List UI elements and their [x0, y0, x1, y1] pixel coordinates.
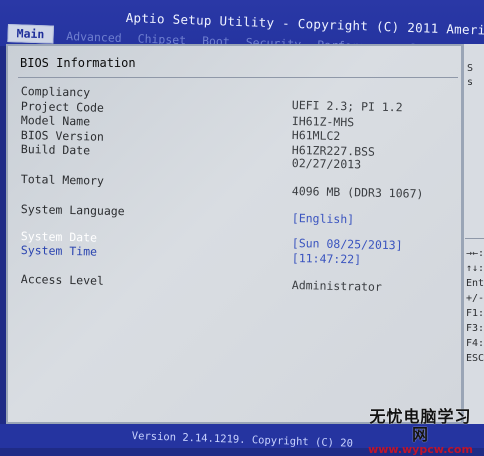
build-date-value: 02/27/2013: [291, 156, 362, 172]
watermark-url: www.wypcw.com: [368, 443, 473, 456]
project-code-value: IH61Z-MHS: [291, 114, 355, 130]
key-enter: Ent: [466, 278, 484, 289]
compliancy-label: Compliancy: [20, 84, 91, 100]
total-memory-label: Total Memory: [20, 172, 105, 188]
help-line: s: [467, 77, 474, 88]
help-line: S: [467, 63, 474, 74]
section-divider: [18, 77, 458, 78]
total-memory-value: 4096 MB (DDR3 1067): [291, 184, 424, 201]
system-date-field[interactable]: [Sun 08/25/2013]: [292, 236, 403, 252]
system-language-label: System Language: [20, 202, 125, 219]
site-watermark: 无忧电脑学习网 www.wypcw.com: [363, 408, 478, 456]
section-title: BIOS Information: [20, 56, 136, 70]
key-f4: F4:: [466, 338, 484, 349]
key-select-item: ↑↓:: [466, 263, 484, 274]
main-panel: BIOS Information Compliancy UEFI 2.3; PI…: [6, 44, 463, 424]
key-esc: ESC: [466, 353, 484, 364]
key-legend: →←: ↑↓: Ent +/- F1: F3: F4: ESC: [466, 246, 484, 366]
key-change-opt: +/-: [466, 293, 484, 304]
help-panel: S s →←: ↑↓: Ent +/- F1: F3: F4: ESC: [463, 44, 484, 424]
system-language-select[interactable]: [English]: [292, 211, 355, 226]
build-date-label: Build Date: [20, 142, 91, 158]
help-divider: [465, 238, 484, 239]
compliancy-value: UEFI 2.3; PI 1.2: [291, 98, 403, 115]
watermark-title: 无忧电脑学习网: [369, 407, 472, 444]
version-text: Version 2.14.1219. Copyright (C) 20: [131, 430, 354, 450]
model-name-label: Model Name: [20, 113, 91, 129]
key-f3: F3:: [466, 323, 484, 334]
tab-main[interactable]: Main: [7, 24, 54, 44]
system-time-field[interactable]: [11:47:22]: [292, 251, 362, 266]
system-time-label[interactable]: System Time: [21, 243, 97, 259]
model-name-value: H61MLC2: [291, 128, 341, 144]
access-level-label: Access Level: [20, 272, 105, 288]
key-f1: F1:: [466, 308, 484, 319]
title-bar: Aptio Setup Utility - Copyright (C) 2011…: [0, 0, 484, 58]
access-level-value: Administrator: [291, 278, 382, 294]
key-select-screen: →←:: [466, 248, 484, 259]
help-text: S s: [467, 62, 473, 90]
